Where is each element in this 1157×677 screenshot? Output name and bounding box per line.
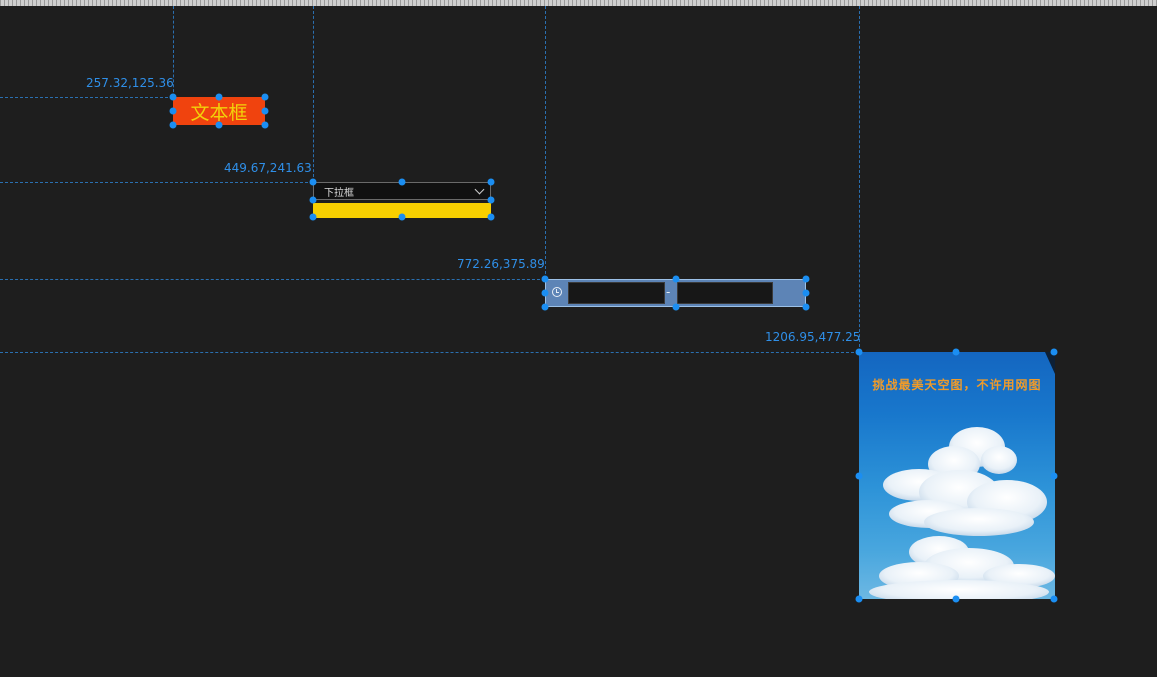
guide-horizontal-timerange [0, 279, 545, 280]
resize-handle[interactable] [802, 275, 810, 283]
resize-handle[interactable] [541, 289, 549, 297]
guide-vertical-dropdown [313, 6, 314, 182]
resize-handle[interactable] [802, 289, 810, 297]
resize-handle[interactable] [802, 303, 810, 311]
resize-handle[interactable] [672, 275, 680, 283]
resize-handle[interactable] [261, 107, 269, 115]
resize-handle[interactable] [215, 93, 223, 101]
image-caption: 挑战最美天空图，不许用网图 [872, 378, 1042, 392]
guide-horizontal-dropdown [0, 182, 313, 183]
resize-handle[interactable] [487, 178, 495, 186]
resize-handle[interactable] [169, 121, 177, 129]
resize-handle[interactable] [487, 213, 495, 221]
sky-image-card[interactable]: 挑战最美天空图，不许用网图 [859, 352, 1055, 599]
guide-vertical-image [859, 6, 860, 352]
guide-horizontal-textbox [0, 97, 173, 98]
resize-handle[interactable] [487, 196, 495, 204]
resize-handle[interactable] [309, 196, 317, 204]
guide-vertical-timerange [545, 6, 546, 279]
text-box-label: 文本框 [190, 101, 248, 124]
end-time-input[interactable] [677, 282, 773, 304]
resize-handle[interactable] [398, 213, 406, 221]
dropdown-selected-label: 下拉框 [324, 187, 354, 199]
coordinate-label-timerange: 772.26,375.89 [457, 257, 545, 271]
resize-handle[interactable] [1050, 595, 1058, 603]
resize-handle[interactable] [855, 348, 863, 356]
resize-handle[interactable] [169, 107, 177, 115]
resize-handle[interactable] [952, 595, 960, 603]
resize-handle[interactable] [952, 348, 960, 356]
coordinate-label-dropdown: 449.67,241.63 [224, 161, 312, 175]
chevron-down-icon[interactable] [474, 184, 485, 195]
resize-handle[interactable] [541, 303, 549, 311]
resize-handle[interactable] [215, 121, 223, 129]
resize-handle[interactable] [672, 303, 680, 311]
resize-handle[interactable] [1050, 472, 1058, 480]
coordinate-label-image: 1206.95,477.25 [765, 330, 861, 344]
resize-handle[interactable] [1050, 348, 1058, 356]
start-time-input[interactable] [568, 282, 665, 304]
clock-icon [552, 287, 562, 297]
resize-handle[interactable] [261, 121, 269, 129]
coordinate-label-textbox: 257.32,125.36 [86, 76, 174, 90]
resize-handle[interactable] [541, 275, 549, 283]
resize-handle[interactable] [855, 472, 863, 480]
resize-handle[interactable] [855, 595, 863, 603]
guide-horizontal-image [0, 352, 859, 353]
resize-handle[interactable] [261, 93, 269, 101]
range-separator: - [666, 285, 671, 299]
resize-handle[interactable] [398, 178, 406, 186]
resize-handle[interactable] [309, 213, 317, 221]
resize-handle[interactable] [169, 93, 177, 101]
resize-handle[interactable] [309, 178, 317, 186]
